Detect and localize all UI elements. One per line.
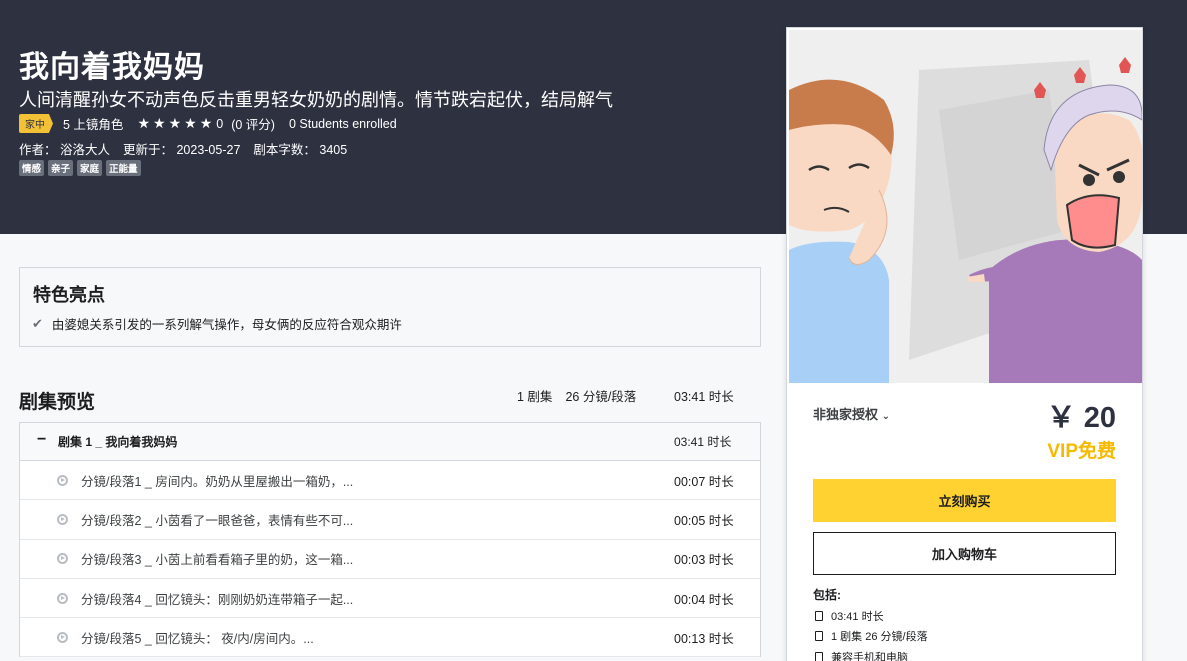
license-dropdown[interactable]: 非独家授权 ⌄	[813, 404, 890, 423]
price: ￥ 20	[1046, 402, 1116, 434]
star-icon: ★	[168, 115, 182, 131]
course-meta: 家中 5 上镜角色 ★ ★ ★ ★ ★ 0 (0 评分) 0 Students …	[19, 114, 397, 133]
rating-value: 0	[216, 116, 224, 131]
episodes-count: 1 剧集	[517, 390, 553, 404]
highlight-item: ✔ 由婆媳关系引发的一系列解气操作，母女俩的反应符合观众期许	[32, 314, 402, 333]
includes-title: 包括:	[813, 588, 841, 602]
segment-label: 分镜/段落3 _ 小茵上前看看箱子里的奶，这一箱...	[81, 553, 354, 568]
include-item: 03:41 时长	[815, 608, 884, 624]
include-text: 03:41 时长	[831, 611, 884, 623]
course-title: 我向着我妈妈	[19, 51, 205, 84]
author-row: 作者： 浴洛大人 更新于： 2023-05-27 剧本字数： 3405	[19, 139, 347, 158]
cover-illustration	[789, 30, 1142, 383]
play-circle-icon[interactable]	[57, 631, 68, 643]
check-icon: ✔	[32, 315, 43, 331]
list-item[interactable]: 分镜/段落3 _ 小茵上前看看箱子里的奶，这一箱... 00:03 时长	[20, 540, 760, 579]
students-count: 0 Students enrolled	[288, 116, 397, 131]
roles-count: 5 上镜角色	[63, 118, 124, 132]
segment-label: 分镜/段落1 _ 房间内。奶奶从里屋搬出一箱奶，...	[81, 474, 354, 489]
license-label: 非独家授权	[813, 407, 879, 422]
star-icon: ★	[184, 115, 197, 131]
list-item[interactable]: 分镜/段落5 _ 回忆镜头： 夜/内/房间内。... 00:13 时长	[20, 618, 760, 658]
author: 作者： 浴洛大人	[19, 143, 110, 157]
list-item[interactable]: 分镜/段落1 _ 房间内。奶奶从里屋搬出一箱奶，... 00:07 时长	[20, 461, 760, 501]
section-label: 剧集 1 _ 我向着我妈妈	[58, 435, 178, 449]
include-text: 1 剧集 26 分镜/段落	[831, 631, 928, 643]
highlights-title: 特色亮点	[33, 285, 105, 305]
segment-label: 分镜/段落4 _ 回忆镜头：刚刚奶奶连带箱子一起...	[81, 592, 354, 607]
star-icon: ★	[153, 115, 166, 131]
star-icon: ★	[137, 115, 150, 131]
segment-duration: 00:13 时长	[674, 631, 734, 646]
section-duration: 03:41 时长	[674, 435, 732, 449]
play-circle-icon[interactable]	[57, 474, 68, 486]
word-count: 剧本字数： 3405	[253, 143, 348, 157]
document-icon	[815, 631, 823, 641]
tag[interactable]: 亲子	[48, 160, 74, 176]
rating-count: (0 评分)	[231, 118, 275, 132]
purchase-card: 非独家授权 ⌄ ￥ 20 VIP免费 立刻购买 加入购物车 包括: 03:41 …	[786, 27, 1143, 661]
list-item[interactable]: 分镜/段落2 _ 小茵看了一眼爸爸，表情有些不可... 00:05 时长	[20, 500, 760, 540]
vip-label: VIP免费	[1047, 441, 1116, 462]
rating-stars: ★ ★ ★ ★ ★	[137, 115, 212, 132]
include-text: 兼容手机和电脑	[831, 652, 908, 661]
include-item: 兼容手机和电脑	[815, 649, 908, 661]
segments-count: 26 分镜/段落	[565, 390, 637, 404]
chevron-down-icon: ⌄	[881, 411, 891, 422]
tag[interactable]: 正能量	[106, 160, 141, 176]
preview-title: 剧集预览	[19, 392, 96, 413]
tag[interactable]: 情感	[19, 160, 45, 176]
include-item: 1 剧集 26 分镜/段落	[815, 628, 928, 644]
highlights-box: 特色亮点 ✔ 由婆媳关系引发的一系列解气操作，母女俩的反应符合观众期许	[19, 267, 761, 347]
file-icon	[815, 611, 823, 621]
play-circle-icon[interactable]	[57, 553, 68, 565]
category-badge: 家中	[19, 114, 53, 133]
episode-section-header[interactable]: − 剧集 1 _ 我向着我妈妈 03:41 时长	[20, 423, 760, 461]
minus-icon[interactable]: −	[37, 431, 46, 449]
mobile-icon	[815, 652, 823, 661]
episode-list: − 剧集 1 _ 我向着我妈妈 03:41 时长 分镜/段落1 _ 房间内。奶奶…	[19, 422, 761, 658]
segment-duration: 00:05 时长	[674, 513, 734, 528]
star-icon: ★	[199, 115, 213, 131]
tag-list: 情感 亲子 家庭 正能量	[19, 160, 141, 176]
add-to-cart-button[interactable]: 加入购物车	[813, 532, 1116, 575]
segment-duration: 00:03 时长	[674, 553, 734, 568]
updated-date: 更新于： 2023-05-27	[122, 143, 241, 157]
preview-stats: 1 剧集 26 分镜/段落	[517, 386, 636, 405]
segment-duration: 00:07 时长	[674, 474, 734, 489]
play-circle-icon[interactable]	[57, 592, 68, 604]
tag[interactable]: 家庭	[77, 160, 103, 176]
total-duration: 03:41 时长	[674, 390, 734, 404]
list-item[interactable]: 分镜/段落4 _ 回忆镜头：刚刚奶奶连带箱子一起... 00:04 时长	[20, 579, 760, 619]
course-subtitle: 人间清醒孙女不动声色反击重男轻女奶奶的剧情。情节跌宕起伏，结局解气	[19, 90, 613, 110]
highlight-text: 由婆媳关系引发的一系列解气操作，母女俩的反应符合观众期许	[51, 318, 402, 332]
segment-duration: 00:04 时长	[674, 592, 734, 607]
segment-label: 分镜/段落2 _ 小茵看了一眼爸爸，表情有些不可...	[81, 513, 354, 528]
play-circle-icon[interactable]	[57, 513, 68, 525]
segment-label: 分镜/段落5 _ 回忆镜头： 夜/内/房间内。...	[81, 631, 314, 646]
buy-now-button[interactable]: 立刻购买	[813, 479, 1116, 522]
